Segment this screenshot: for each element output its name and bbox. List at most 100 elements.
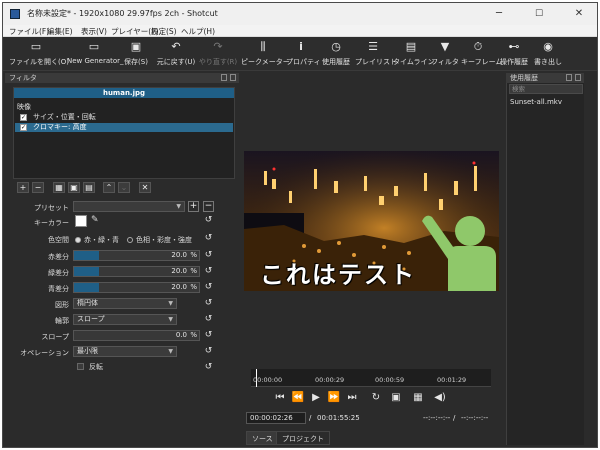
- reset-icon[interactable]: ↺: [203, 266, 214, 277]
- skip-start-icon[interactable]: ⏮: [273, 391, 287, 405]
- redo-button[interactable]: ↷ やり直す(R): [197, 40, 239, 70]
- reset-icon[interactable]: ↺: [203, 362, 214, 373]
- green-delta-label: 緑差分: [48, 269, 69, 277]
- color-space-rgb-radio[interactable]: 赤・緑・青: [75, 235, 119, 245]
- stopwatch-icon: ⏱: [473, 40, 483, 53]
- eyedropper-icon[interactable]: ✎: [91, 215, 103, 227]
- reset-icon[interactable]: ↺: [203, 282, 214, 293]
- filter-list: human.jpg 映像 ✓ サイズ・位置・回転 ✓ クロマキー: 高度: [13, 87, 235, 179]
- edge-label: 輪郭: [55, 317, 69, 325]
- checkbox-icon[interactable]: ✓: [20, 114, 27, 121]
- meter-icon: ⫼: [260, 40, 266, 53]
- rewind-icon[interactable]: ⏪: [291, 391, 305, 405]
- add-icon[interactable]: +: [17, 182, 29, 193]
- menu-help[interactable]: ヘルプ(H): [181, 26, 215, 37]
- recent-button[interactable]: ◷ 使用履歴: [319, 40, 353, 70]
- menu-file[interactable]: ファイル(F): [9, 26, 49, 37]
- blue-delta-label: 青差分: [48, 285, 69, 293]
- reset-icon[interactable]: ↺: [203, 298, 214, 309]
- reset-icon[interactable]: ↺: [203, 233, 214, 244]
- minimize-button[interactable]: ─: [479, 3, 519, 25]
- skip-end-icon[interactable]: ⏭: [345, 391, 359, 405]
- reset-icon[interactable]: ↺: [203, 215, 214, 226]
- move-down-icon[interactable]: ⌄: [118, 182, 130, 193]
- maximize-button[interactable]: ☐: [519, 3, 559, 25]
- playlist-button[interactable]: ☰ プレイリスト: [355, 40, 397, 70]
- shape-select[interactable]: 楕円体 ▼: [73, 298, 177, 309]
- color-space-hsi-radio[interactable]: 色相・彩度・強度: [127, 235, 192, 245]
- new-generator-button[interactable]: ▭ New Generator_: [67, 40, 124, 70]
- export-button[interactable]: ◉ 書き出し: [533, 40, 563, 70]
- close-icon[interactable]: ✕: [139, 182, 151, 193]
- history-panel-title: 使用履歴: [510, 74, 538, 82]
- play-icon[interactable]: ▶: [309, 391, 323, 405]
- timeline-icon: ▤: [405, 40, 417, 53]
- move-up-icon[interactable]: ⌃: [103, 182, 115, 193]
- loop-icon[interactable]: ↻: [369, 391, 383, 405]
- copy-icon[interactable]: ▦: [53, 182, 65, 193]
- title-bar: 名称未設定* - 1920x1080 29.97fps 2ch - Shotcu…: [3, 3, 597, 25]
- menu-settings[interactable]: 設定(S): [151, 26, 177, 37]
- close-button[interactable]: ✕: [559, 3, 597, 25]
- filters-button[interactable]: ▼ フィルタ: [431, 40, 459, 70]
- close-panel-icon[interactable]: [575, 74, 581, 81]
- filters-panel-header: フィルタ: [5, 73, 239, 83]
- list-item[interactable]: Sunset-all.mkv: [510, 98, 562, 106]
- red-delta-field[interactable]: 20.0%: [73, 250, 200, 261]
- key-color-swatch[interactable]: [75, 215, 87, 227]
- save-preset-icon[interactable]: ▤: [83, 182, 95, 193]
- edge-select[interactable]: スロープ ▼: [73, 314, 177, 325]
- green-delta-field[interactable]: 20.0%: [73, 266, 200, 277]
- close-panel-icon[interactable]: [230, 74, 236, 81]
- properties-button[interactable]: i プロパティ: [286, 40, 321, 70]
- menu-edit[interactable]: 編集(E): [47, 26, 73, 37]
- remove-icon[interactable]: −: [32, 182, 44, 193]
- reset-icon[interactable]: ↺: [203, 330, 214, 341]
- open-file-button[interactable]: ▭ ファイルを開く(O): [9, 40, 69, 70]
- paste-icon[interactable]: ▣: [68, 182, 80, 193]
- video-preview[interactable]: これはテスト: [244, 151, 499, 291]
- float-panel-icon[interactable]: [221, 74, 227, 81]
- operation-label: オペレーション: [20, 349, 69, 357]
- keyframes-button[interactable]: ⏱ キーフレーム: [461, 40, 502, 70]
- tab-project[interactable]: プロジェクト: [276, 431, 330, 445]
- grid-icon[interactable]: ▦: [411, 391, 425, 405]
- video-section-header: 映像: [17, 103, 31, 111]
- save-preset-button[interactable]: +: [188, 201, 199, 212]
- current-time-field[interactable]: 00:00:02:26: [246, 412, 306, 424]
- key-color-label: キーカラー: [34, 219, 69, 227]
- blue-delta-field[interactable]: 20.0%: [73, 282, 200, 293]
- overlay-text: これはテスト: [260, 261, 416, 289]
- filter-item-chroma-key[interactable]: ✓ クロマキー: 高度: [15, 123, 233, 132]
- checkbox-icon[interactable]: ✓: [20, 124, 27, 131]
- volume-icon[interactable]: ◀): [433, 391, 447, 405]
- reset-icon[interactable]: ↺: [203, 250, 214, 261]
- preset-select[interactable]: ▼: [73, 201, 185, 212]
- undo-button[interactable]: ↶ 元に戻す(U): [155, 40, 197, 70]
- timeline-button[interactable]: ▤ タイムライン: [393, 40, 435, 70]
- total-time: 00:01:55:25: [317, 414, 360, 422]
- delete-preset-button[interactable]: −: [203, 201, 214, 212]
- peak-meter-button[interactable]: ⫼ ピークメーター: [241, 40, 290, 70]
- reset-icon[interactable]: ↺: [203, 346, 214, 357]
- fast-forward-icon[interactable]: ⏩: [327, 391, 341, 405]
- history-button[interactable]: ⊷ 操作履歴: [497, 40, 531, 70]
- invert-checkbox[interactable]: [77, 363, 84, 370]
- folder-icon: ▭: [30, 40, 42, 53]
- timeline-ruler[interactable]: 00:00:00 00:00:29 00:00:59 00:01:29: [251, 369, 491, 387]
- tab-source[interactable]: ソース: [246, 431, 279, 445]
- filter-icon: ▼: [440, 40, 450, 53]
- menu-view[interactable]: 表示(V): [81, 26, 107, 37]
- undo-icon: ↶: [171, 40, 181, 53]
- save-button[interactable]: ▣ 保存(S): [121, 40, 151, 70]
- float-panel-icon[interactable]: [566, 74, 572, 81]
- in-out-separator: /: [453, 414, 456, 422]
- zoom-icon[interactable]: ▣: [389, 391, 403, 405]
- search-input[interactable]: 検索: [509, 84, 583, 94]
- operation-select[interactable]: 最小限 ▼: [73, 346, 177, 357]
- reset-icon[interactable]: ↺: [203, 314, 214, 325]
- color-space-label: 色空間: [48, 236, 69, 244]
- slope-field[interactable]: 0.0%: [73, 330, 200, 341]
- filter-item-size-position[interactable]: ✓ サイズ・位置・回転: [15, 113, 233, 122]
- shape-label: 図形: [55, 301, 69, 309]
